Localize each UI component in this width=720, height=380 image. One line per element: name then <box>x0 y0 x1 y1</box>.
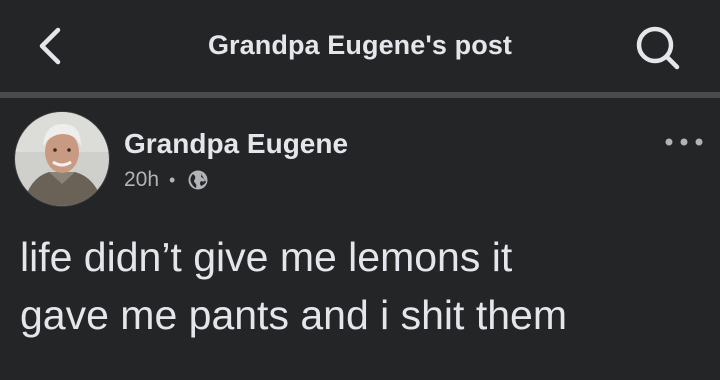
globe-icon[interactable] <box>187 169 209 191</box>
post-meta: 20h • <box>124 168 209 192</box>
post-timestamp[interactable]: 20h <box>124 168 159 192</box>
page-title: Grandpa Eugene's post <box>207 30 513 60</box>
avatar-image <box>15 112 109 206</box>
post-options-button[interactable] <box>660 130 708 154</box>
search-icon <box>636 26 680 70</box>
search-button[interactable] <box>630 22 686 74</box>
post-body-text: life didn’t give me lemons it gave me pa… <box>20 234 567 338</box>
post-card: Grandpa Eugene 20h • life didn’t give me… <box>0 98 720 380</box>
post-author-name[interactable]: Grandpa Eugene <box>124 128 348 160</box>
avatar[interactable] <box>14 111 110 207</box>
more-horizontal-icon <box>665 138 703 146</box>
meta-separator: • <box>169 169 176 190</box>
top-bar: Grandpa Eugene's post <box>0 0 720 92</box>
